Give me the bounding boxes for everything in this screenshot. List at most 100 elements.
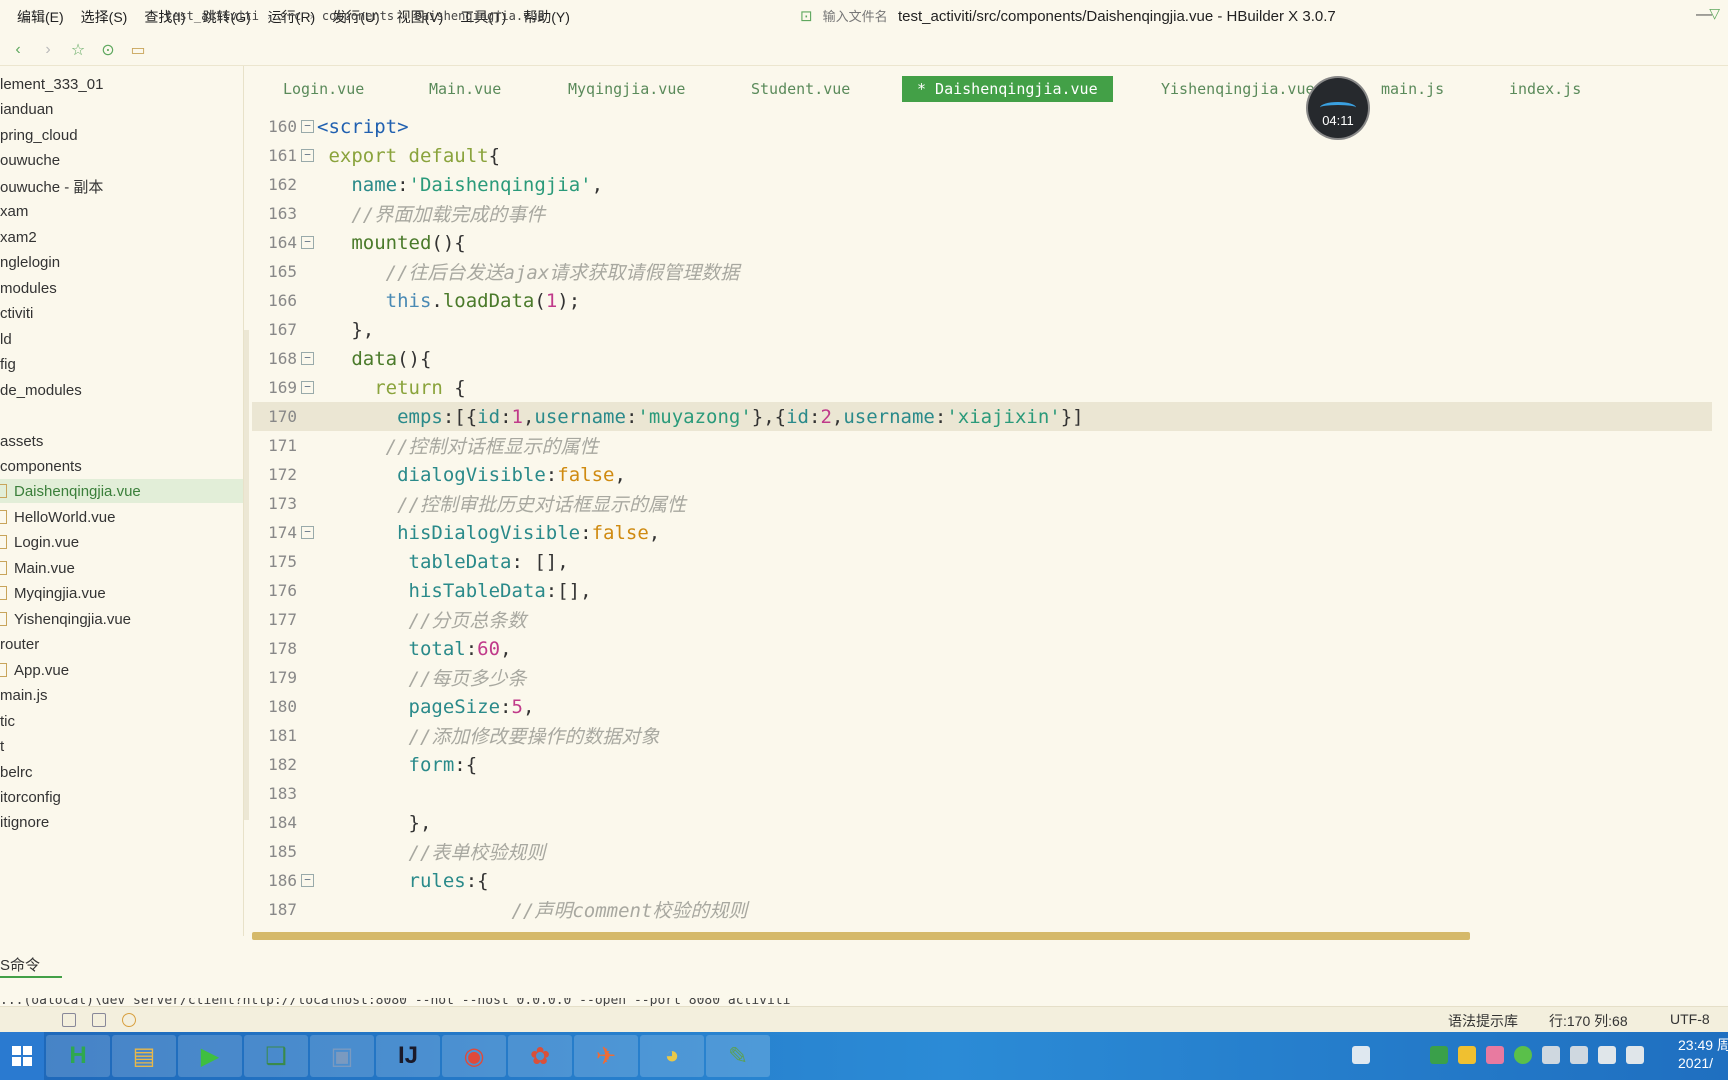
console-tab[interactable]: S命令 xyxy=(0,954,62,978)
code-line[interactable]: 182 form:{ xyxy=(252,750,1712,779)
code-line[interactable]: 160− <script> xyxy=(252,112,1712,141)
file-search-input[interactable] xyxy=(822,4,1683,28)
tree-item[interactable]: xam2 xyxy=(0,225,243,249)
code-line[interactable]: 174− hisDialogVisible:false, xyxy=(252,518,1712,547)
cursor-position[interactable]: 行:170 列:68 xyxy=(1549,1011,1628,1031)
tree-item[interactable]: assets xyxy=(0,429,243,453)
editor-tab[interactable]: Yishenqingjia.vue xyxy=(1161,76,1315,102)
tree-item[interactable]: components xyxy=(0,454,243,478)
tree-item[interactable]: ctiviti xyxy=(0,301,243,325)
editor-tab[interactable]: index.js xyxy=(1509,76,1581,102)
paint-icon[interactable]: ✿ xyxy=(508,1035,572,1077)
tree-item[interactable]: HelloWorld.vue xyxy=(0,505,243,529)
terminal-icon[interactable] xyxy=(92,1013,106,1027)
breadcrumb-item[interactable]: test_activiti xyxy=(165,9,259,23)
code-line[interactable]: 187 //声明comment校验的规则 xyxy=(252,895,1712,924)
flower-icon[interactable] xyxy=(1486,1046,1504,1064)
remote-desktop-icon[interactable]: ▣ xyxy=(310,1035,374,1077)
encoding[interactable]: UTF-8 xyxy=(1670,1011,1710,1027)
volume-icon[interactable] xyxy=(1626,1046,1644,1064)
tree-item[interactable]: fig xyxy=(0,352,243,376)
code-line[interactable]: 162 name:'Daishenqingjia', xyxy=(252,170,1712,199)
code-line[interactable]: 176 hisTableData:[], xyxy=(252,576,1712,605)
chat-icon[interactable]: ◕ xyxy=(640,1035,704,1077)
tree-item[interactable]: main.js xyxy=(0,683,243,707)
battery-icon[interactable] xyxy=(1598,1046,1616,1064)
tree-item[interactable]: modules xyxy=(0,276,243,300)
intellij-icon[interactable]: IJ xyxy=(376,1035,440,1077)
folder-icon[interactable]: ▭ xyxy=(126,38,150,62)
code-line[interactable]: 181 //添加修改要操作的数据对象 xyxy=(252,721,1712,750)
shield-icon[interactable] xyxy=(1430,1046,1448,1064)
fold-toggle-icon[interactable]: − xyxy=(301,149,314,162)
tree-item[interactable]: ouwuche - 副本 xyxy=(0,174,243,198)
settings-icon[interactable] xyxy=(122,1013,136,1027)
code-line[interactable]: 185 //表单校验规则 xyxy=(252,837,1712,866)
media-player-icon[interactable]: ▶ xyxy=(178,1035,242,1077)
code-line[interactable]: 180 pageSize:5, xyxy=(252,692,1712,721)
filter-icon[interactable]: ▽ xyxy=(1709,5,1720,22)
notepad-icon[interactable]: ✎ xyxy=(706,1035,770,1077)
tree-item[interactable]: Myqingjia.vue xyxy=(0,581,243,605)
horizontal-scrollbar[interactable] xyxy=(252,932,1470,940)
code-line[interactable]: 183 xyxy=(252,779,1712,808)
code-line[interactable]: 167 }, xyxy=(252,315,1712,344)
clock[interactable]: 23:49 周 2021/ xyxy=(1678,1036,1728,1072)
run-icon[interactable]: ⊙ xyxy=(96,38,120,62)
code-line[interactable]: 178 total:60, xyxy=(252,634,1712,663)
fold-toggle-icon[interactable]: − xyxy=(301,120,314,133)
breadcrumb-item[interactable]: src xyxy=(280,9,302,23)
code-line[interactable]: 169− return { xyxy=(252,373,1712,402)
code-line[interactable]: 186− rules:{ xyxy=(252,866,1712,895)
code-line[interactable]: 163 //界面加载完成的事件 xyxy=(252,199,1712,228)
code-line[interactable]: 173 //控制审批历史对话框显示的属性 xyxy=(252,489,1712,518)
tree-item[interactable]: pring_cloud xyxy=(0,123,243,147)
connect-icon[interactable] xyxy=(1570,1046,1588,1064)
code-line[interactable]: 171 //控制对话框显示的属性 xyxy=(252,431,1712,460)
tree-item[interactable]: xam xyxy=(0,199,243,223)
file-explorer-icon[interactable]: ▤ xyxy=(112,1035,176,1077)
tree-item[interactable]: Daishenqingjia.vue xyxy=(0,479,243,503)
editor-tab[interactable]: Main.vue xyxy=(429,76,501,102)
tree-item[interactable]: App.vue xyxy=(0,658,243,682)
editor-tab[interactable]: Login.vue xyxy=(283,76,364,102)
list-icon[interactable] xyxy=(62,1013,76,1027)
breadcrumb-item[interactable]: Daishenqingjia.vue xyxy=(415,9,545,23)
add-icon[interactable] xyxy=(1514,1046,1532,1064)
code-line[interactable]: 170 emps:[{id:1,username:'muyazong'},{id… xyxy=(252,402,1712,431)
editor-tab[interactable]: Student.vue xyxy=(751,76,850,102)
sidebar-scrollbar[interactable] xyxy=(244,330,249,820)
code-line[interactable]: 184 }, xyxy=(252,808,1712,837)
editor-tab[interactable]: * Daishenqingjia.vue xyxy=(902,76,1113,102)
network-icon[interactable] xyxy=(1542,1046,1560,1064)
qq-icon[interactable] xyxy=(1458,1046,1476,1064)
editor-tab[interactable]: Myqingjia.vue xyxy=(568,76,685,102)
code-editor[interactable]: 160− <script> 161− export default{162 name… xyxy=(252,112,1728,932)
tree-item[interactable]: belrc xyxy=(0,760,243,784)
archive-icon[interactable]: ❑ xyxy=(244,1035,308,1077)
tree-item[interactable]: nglelogin xyxy=(0,250,243,274)
tree-item[interactable]: ouwuche xyxy=(0,148,243,172)
tree-item[interactable]: lement_333_01 xyxy=(0,72,243,96)
code-line[interactable]: 175 tableData: [], xyxy=(252,547,1712,576)
tree-item[interactable]: itignore xyxy=(0,810,243,834)
fold-toggle-icon[interactable]: − xyxy=(301,352,314,365)
code-line[interactable]: 164− mounted(){ xyxy=(252,228,1712,257)
chrome-icon[interactable]: ◉ xyxy=(442,1035,506,1077)
tree-item[interactable]: itorconfig xyxy=(0,785,243,809)
editor-tab[interactable]: main.js xyxy=(1381,76,1444,102)
start-button[interactable] xyxy=(0,1032,44,1080)
code-line[interactable]: 172 dialogVisible:false, xyxy=(252,460,1712,489)
syntax-lib[interactable]: 语法提示库 xyxy=(1448,1011,1518,1031)
tree-item[interactable]: ld xyxy=(0,327,243,351)
code-line[interactable]: 168− data(){ xyxy=(252,344,1712,373)
hbuilder-icon[interactable]: H xyxy=(46,1035,110,1077)
postman-icon[interactable]: ✈ xyxy=(574,1035,638,1077)
fold-toggle-icon[interactable]: − xyxy=(301,236,314,249)
code-line[interactable]: 179 //每页多少条 xyxy=(252,663,1712,692)
code-line[interactable]: 161− export default{ xyxy=(252,141,1712,170)
fold-toggle-icon[interactable]: − xyxy=(301,874,314,887)
code-line[interactable]: 177 //分页总条数 xyxy=(252,605,1712,634)
tree-item[interactable]: router xyxy=(0,632,243,656)
code-line[interactable]: 165 //往后台发送ajax请求获取请假管理数据 xyxy=(252,257,1712,286)
